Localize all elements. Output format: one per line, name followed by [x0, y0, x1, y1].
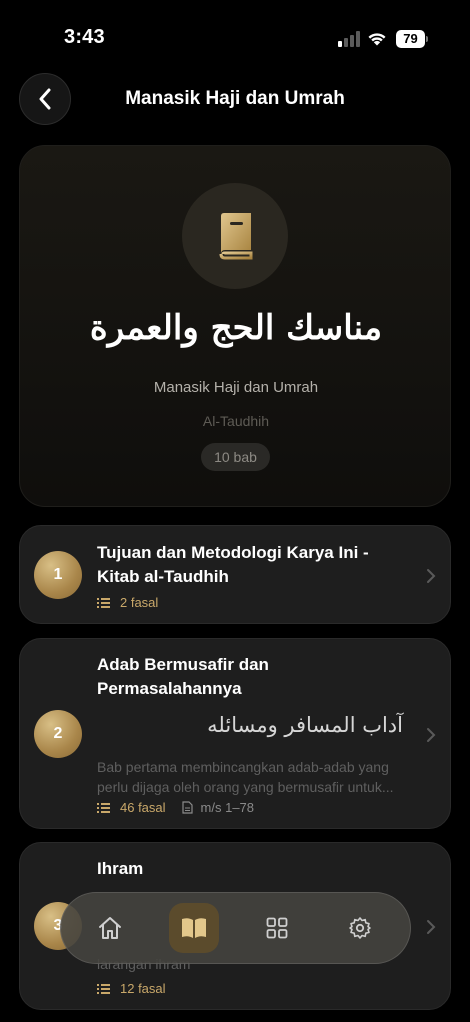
chapter-title: Ihram	[97, 859, 144, 878]
list-icon	[97, 983, 110, 994]
chapter-number-badge: 2	[34, 710, 82, 758]
chevron-right-icon	[427, 569, 436, 583]
home-icon	[99, 917, 121, 939]
grid-icon	[266, 917, 288, 939]
chapter-meta: 2 fasal	[97, 595, 158, 610]
wifi-icon	[368, 33, 386, 46]
page-range: m/s 1–78	[200, 800, 255, 815]
status-time: 3:43	[64, 26, 105, 48]
chapter-meta: 46 fasal m/s 1–78	[97, 800, 254, 815]
list-icon	[97, 597, 110, 608]
chapter-number-badge: 1	[34, 551, 82, 599]
nav-settings[interactable]	[335, 903, 385, 953]
chapter-description: Bab pertama membincangkan adab-adab yang…	[97, 759, 394, 795]
fasal-count: 12 fasal	[120, 981, 166, 996]
chapter-card[interactable]: 1 Tujuan dan Metodologi Karya Ini - Kita…	[19, 525, 451, 624]
chevron-right-icon	[427, 920, 436, 934]
page-icon	[181, 801, 193, 814]
battery-icon: 79	[396, 30, 428, 48]
chapter-arabic-title: آداب المسافر ومسائله	[207, 713, 403, 737]
chevron-right-icon	[427, 728, 436, 742]
cellular-signal-icon	[338, 31, 360, 47]
status-bar: 3:43 79	[0, 0, 470, 70]
book-author: Al-Taudhih	[202, 413, 270, 429]
list-icon	[97, 802, 110, 813]
chapter-card[interactable]: 2 Adab Bermusafir dan Permasalahannya آد…	[19, 638, 451, 829]
chapter-title: Adab Bermusafir dan Permasalahannya	[97, 655, 269, 698]
book-name: Manasik Haji dan Umrah	[153, 379, 319, 396]
battery-level: 79	[396, 30, 425, 48]
chapter-meta: 12 fasal	[97, 981, 166, 996]
nav-library[interactable]	[169, 903, 219, 953]
page-title: Manasik Haji dan Umrah	[125, 88, 345, 109]
settings-icon	[349, 917, 371, 939]
book-icon-circle	[182, 183, 288, 289]
nav-collections[interactable]	[252, 903, 302, 953]
chapter-title: Tujuan dan Metodologi Karya Ini - Kitab …	[97, 543, 369, 586]
open-book-icon	[182, 918, 206, 938]
book-icon	[219, 213, 253, 260]
fasal-count: 2 fasal	[120, 595, 159, 610]
nav-home[interactable]	[85, 903, 135, 953]
chapter-count-badge: 10 bab	[201, 443, 270, 471]
book-hero-card: مناسك الحج والعمرة Manasik Haji dan Umra…	[19, 145, 451, 507]
bottom-navigation	[60, 892, 411, 964]
book-arabic-title: مناسك الحج والعمرة	[89, 308, 383, 348]
fasal-count: 46 fasal	[120, 800, 166, 815]
